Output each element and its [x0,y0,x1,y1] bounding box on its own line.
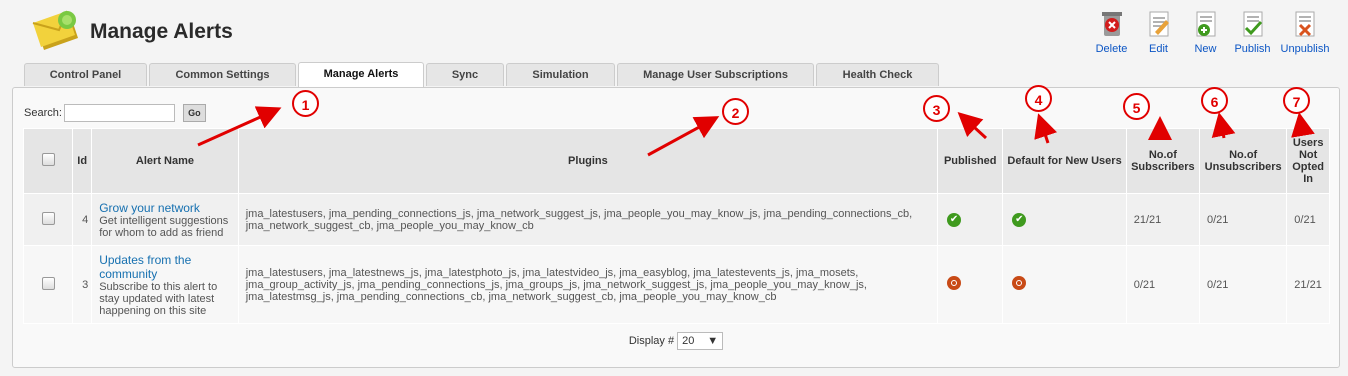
table-row: 3 Updates from the community Subscribe t… [22,245,1330,324]
row-default-new-users: ✔ [1002,193,1127,246]
edit-label: Edit [1149,43,1168,55]
display-label: Display # [628,334,675,347]
tab-control-panel[interactable]: Control Panel [24,63,147,86]
row-not-opted-in: 0/21 [1286,193,1330,246]
go-button[interactable]: Go [182,104,206,122]
header-not-opted-in[interactable]: Users Not Opted In [1286,128,1330,194]
unpublished-icon[interactable] [947,276,962,290]
row-not-opted-in: 21/21 [1286,245,1330,324]
search-input[interactable] [63,104,175,122]
tab-sync[interactable]: Sync [426,63,504,86]
edit-icon [1149,11,1169,37]
publish-button[interactable]: Publish [1229,8,1276,55]
unpublish-label: Unpublish [1280,43,1330,55]
header-plugins[interactable]: Plugins [237,128,939,194]
alert-name-link[interactable]: Updates from the community [99,253,231,281]
annotation-marker-1: 1 [292,90,319,117]
toolbar: Delete Edit New Publish Unpublish [1088,8,1334,55]
new-button[interactable]: New [1182,8,1229,55]
delete-icon [1101,12,1122,36]
default-check-icon[interactable]: ✔ [1012,212,1027,227]
table-row: 4 Grow your network Get intelligent sugg… [22,193,1330,246]
tab-bar: Control Panel Common Settings Manage Ale… [24,62,941,87]
delete-button[interactable]: Delete [1088,8,1135,55]
annotation-marker-4: 4 [1025,85,1052,112]
display-count-value: 20 [682,335,695,347]
display-count-select[interactable]: 20 ▼ [677,332,724,350]
row-select [22,245,74,324]
search-label: Search: [24,107,62,119]
row-published [937,245,1004,324]
row-plugins: jma_latestusers, jma_pending_connections… [237,193,939,246]
header-alert-name[interactable]: Alert Name [91,128,239,194]
row-subscribers: 21/21 [1125,193,1201,246]
tab-health-check[interactable]: Health Check [816,63,939,86]
row-checkbox[interactable] [41,276,55,290]
annotation-marker-3: 3 [923,95,950,122]
row-default-new-users [1002,245,1127,324]
annotation-marker-5: 5 [1123,93,1150,120]
envelope-logo-icon [32,10,78,50]
tab-simulation[interactable]: Simulation [506,63,615,86]
search-bar: Search: Go [24,104,206,122]
unpublish-button[interactable]: Unpublish [1276,8,1334,55]
row-alert-name: Grow your network Get intelligent sugges… [91,193,239,246]
annotation-marker-7: 7 [1283,87,1310,114]
tab-common-settings[interactable]: Common Settings [149,63,296,86]
header-published[interactable]: Published [937,128,1004,194]
not-default-icon[interactable] [1012,276,1027,290]
row-select [22,193,74,246]
tab-manage-user-subscriptions[interactable]: Manage User Subscriptions [617,63,814,86]
delete-label: Delete [1095,43,1128,55]
table-header-row: Id Alert Name Plugins Published Default … [22,128,1330,194]
alerts-table: Id Alert Name Plugins Published Default … [22,128,1330,324]
new-icon [1196,11,1215,37]
header-subscribers[interactable]: No.of Subscribers [1125,128,1201,194]
row-id: 3 [72,245,93,324]
publish-label: Publish [1234,43,1271,55]
header-select-all [22,128,74,194]
row-alert-name: Updates from the community Subscribe to … [91,245,239,324]
header-unsubscribers[interactable]: No.of Unsubscribers [1198,128,1288,194]
edit-button[interactable]: Edit [1135,8,1182,55]
chevron-down-icon: ▼ [707,335,719,347]
content-panel: Search: Go Id Alert Name Plugins Publish… [12,87,1340,368]
row-unsubscribers: 0/21 [1198,193,1288,246]
alert-description: Subscribe to this alert to stay updated … [99,280,218,317]
unpublish-icon [1295,11,1315,37]
page-title: Manage Alerts [90,20,233,43]
publish-icon [1243,11,1262,37]
row-checkbox[interactable] [41,211,55,225]
tab-manage-alerts[interactable]: Manage Alerts [298,62,424,87]
select-all-checkbox[interactable] [41,153,55,166]
alert-name-link[interactable]: Grow your network [99,201,231,215]
row-id: 4 [72,193,93,246]
annotation-marker-2: 2 [722,98,749,125]
row-subscribers: 0/21 [1125,245,1201,324]
row-plugins: jma_latestusers, jma_latestnews_js, jma_… [237,245,939,324]
annotation-marker-6: 6 [1201,87,1228,114]
alert-description: Get intelligent suggestions for whom to … [99,214,229,239]
published-check-icon[interactable]: ✔ [947,212,962,227]
header-default-new-users[interactable]: Default for New Users [1002,128,1127,194]
header-id[interactable]: Id [72,128,93,194]
pagination-footer: Display # 20 ▼ [13,332,1339,350]
new-label: New [1194,43,1217,55]
row-unsubscribers: 0/21 [1198,245,1288,324]
row-published: ✔ [937,193,1004,246]
